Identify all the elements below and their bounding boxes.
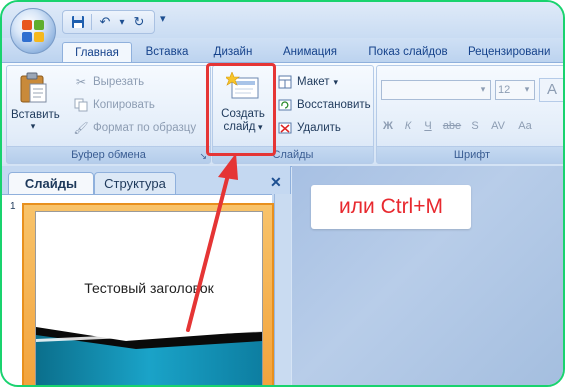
char-spacing-button[interactable]: AV [487, 116, 509, 136]
reset-icon [277, 97, 293, 113]
layout-label: Макет [297, 76, 330, 88]
office-button[interactable] [10, 8, 56, 54]
group-font: ▾ 12 ▾ A Ж К Ч abe S AV Aa Шрифт [376, 65, 563, 164]
delete-slide-label: Удалить [297, 122, 341, 134]
italic-button[interactable]: К [401, 116, 415, 136]
grow-font-button[interactable]: A [539, 78, 563, 102]
slide-thumbnails-list: 1 Тестовый заголовок [2, 194, 274, 385]
shortcut-annotation: или Ctrl+M [311, 185, 471, 229]
group-clipboard: Вставить ▾ ✂ Вырезать Копировать 🖌 Форма… [6, 65, 211, 164]
office-logo-icon [22, 20, 44, 42]
undo-icon[interactable]: ↶ [96, 13, 114, 31]
clipboard-paste-icon [20, 72, 47, 103]
powerpoint-window: ↶ ▾ ↻ ▾ Главная Вставка Дизайн Анимация … [0, 0, 565, 387]
tab-design[interactable]: Дизайн [208, 42, 258, 62]
slide-number: 1 [10, 201, 16, 212]
panel-tabs: Слайды Структура ✕ [2, 170, 290, 195]
tab-slideshow[interactable]: Показ слайдов [360, 42, 456, 62]
slide-preview: Тестовый заголовок [35, 211, 263, 385]
quick-access-toolbar: ↶ ▾ ↻ [62, 10, 155, 34]
brush-icon: 🖌 [73, 121, 89, 135]
scissors-icon: ✂ [75, 75, 87, 89]
paste-dropdown-icon[interactable]: ▾ [11, 121, 55, 132]
layout-dropdown-icon: ▾ [333, 76, 339, 87]
copy-label: Копировать [93, 99, 155, 111]
qat-separator [91, 14, 92, 30]
tab-insert[interactable]: Вставка [138, 42, 196, 62]
undo-dropdown-icon[interactable]: ▾ [118, 13, 126, 31]
paste-label: Вставить [11, 109, 60, 121]
panel-scrollbar[interactable] [274, 194, 291, 385]
bold-button[interactable]: Ж [381, 116, 395, 136]
change-case-button[interactable]: Aa [515, 116, 535, 136]
paste-button[interactable]: Вставить ▾ [11, 70, 60, 142]
save-icon[interactable] [69, 13, 87, 31]
layout-button[interactable]: Макет ▾ [277, 72, 338, 92]
ribbon: Вставить ▾ ✂ Вырезать Копировать 🖌 Форма… [2, 62, 563, 167]
tab-home[interactable]: Главная [62, 42, 132, 63]
reset-label: Восстановить [297, 99, 371, 111]
copy-icon [73, 97, 89, 113]
underline-button[interactable]: Ч [421, 116, 435, 136]
slide-thumbnail-1[interactable]: Тестовый заголовок [22, 203, 274, 385]
font-name-combobox[interactable] [381, 80, 491, 100]
font-size-dropdown-icon[interactable]: ▾ [521, 80, 533, 98]
customize-qat-icon[interactable]: ▾ [160, 12, 166, 25]
tab-outline-panel[interactable]: Структура [94, 172, 176, 195]
group-label-font: Шрифт [377, 146, 563, 163]
reset-button[interactable]: Восстановить [277, 95, 371, 115]
slide-title-text: Тестовый заголовок [84, 280, 214, 296]
group-label-clipboard: Буфер обмена ↘ [7, 146, 210, 163]
strikethrough-button[interactable]: abe [441, 116, 463, 136]
shadow-button[interactable]: S [469, 116, 481, 136]
close-panel-icon[interactable]: ✕ [270, 174, 282, 191]
cut-button[interactable]: ✂ Вырезать [73, 72, 144, 92]
format-painter-label: Формат по образцу [93, 122, 197, 134]
new-slide-highlight-box [206, 63, 276, 156]
tab-slides-panel[interactable]: Слайды [8, 172, 94, 195]
font-format-row: Ж К Ч abe S AV Aa [381, 116, 535, 136]
tab-review[interactable]: Рецензировани [468, 42, 563, 62]
tab-animation[interactable]: Анимация [276, 42, 344, 62]
slides-panel: Слайды Структура ✕ 1 Тестовый заголовок [2, 166, 291, 385]
slide-wave-decoration [36, 327, 262, 385]
delete-slide-icon [277, 120, 293, 136]
delete-slide-button[interactable]: Удалить [277, 118, 341, 138]
copy-button[interactable]: Копировать [73, 95, 155, 115]
layout-icon [277, 74, 293, 90]
ribbon-tabs: Главная Вставка Дизайн Анимация Показ сл… [2, 38, 563, 63]
font-name-dropdown-icon[interactable]: ▾ [477, 80, 489, 98]
format-painter-button[interactable]: 🖌 Формат по образцу [73, 118, 196, 138]
title-bar: ↶ ▾ ↻ ▾ [2, 2, 563, 38]
cut-label: Вырезать [93, 76, 145, 88]
redo-icon[interactable]: ↻ [130, 13, 148, 31]
